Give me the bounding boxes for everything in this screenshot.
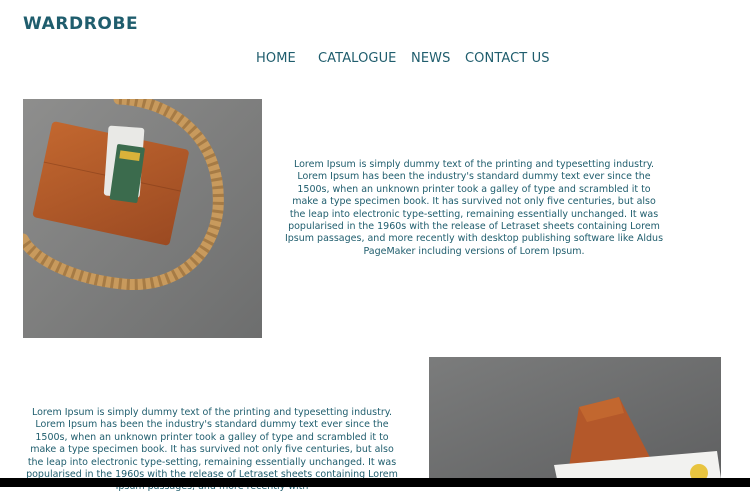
leather-folio-photo (429, 357, 721, 479)
wallet-rope-photo-art (23, 99, 262, 338)
nav-news-link[interactable]: NEWS (411, 51, 450, 66)
section-1-text: Lorem Ipsum is simply dummy text of the … (284, 159, 664, 257)
nav-home-link[interactable]: HOME (256, 51, 296, 66)
site-logo[interactable]: WARDROBE (23, 14, 138, 34)
nav-catalogue-link[interactable]: CATALOGUE (318, 51, 397, 66)
bottom-edge-bar (0, 478, 750, 487)
main-nav: HOME CATALOGUE NEWS CONTACT US (0, 51, 750, 69)
wallet-rope-photo (23, 99, 262, 338)
leather-folio-photo-art (429, 357, 721, 479)
nav-contact-link[interactable]: CONTACT US (465, 51, 550, 66)
